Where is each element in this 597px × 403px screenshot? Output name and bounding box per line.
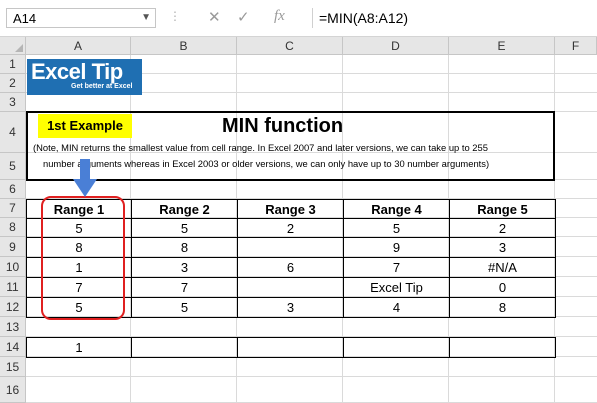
column-header-f[interactable]: F — [555, 37, 597, 55]
row-header-12[interactable]: 12 — [0, 297, 26, 317]
row-header-10[interactable]: 10 — [0, 257, 26, 277]
result-cell[interactable] — [237, 337, 344, 358]
table-cell[interactable]: 3 — [131, 257, 238, 278]
row-header-8[interactable]: 8 — [0, 218, 26, 237]
logo-word-tip: Tip — [91, 59, 124, 84]
enter-icon[interactable]: ✓ — [237, 8, 250, 26]
name-box[interactable]: A14 ▼ — [6, 8, 156, 28]
row-header-3[interactable]: 3 — [0, 93, 26, 112]
page-title: MIN function — [222, 115, 344, 137]
table-cell[interactable]: 3 — [237, 297, 344, 318]
table-cell[interactable]: 3 — [449, 237, 556, 258]
row-header-14[interactable]: 14 — [0, 337, 26, 357]
row-header-2[interactable]: 2 — [0, 74, 26, 93]
row-header-11[interactable]: 11 — [0, 277, 26, 297]
result-cell[interactable] — [131, 337, 238, 358]
row-header-4[interactable]: 4 — [0, 112, 26, 153]
cancel-icon[interactable]: ✕ — [208, 8, 221, 26]
result-cell[interactable] — [343, 337, 450, 358]
insert-function-icon[interactable]: fx — [274, 8, 285, 25]
table-cell[interactable]: 2 — [237, 218, 344, 238]
example-badge: 1st Example — [38, 114, 132, 138]
formula-input[interactable]: =MIN(A8:A12) — [312, 8, 597, 28]
column-header-c[interactable]: C — [237, 37, 343, 55]
logo-tagline: Get better at Excel — [71, 83, 133, 90]
formula-text: =MIN(A8:A12) — [319, 10, 409, 26]
table-cell[interactable]: 6 — [237, 257, 344, 278]
table-cell[interactable] — [237, 277, 344, 298]
column-header-d[interactable]: D — [343, 37, 449, 55]
table-header-cell[interactable]: Range 5 — [449, 199, 556, 219]
table-cell[interactable]: 5 — [131, 218, 238, 238]
select-all-button[interactable] — [0, 37, 26, 55]
table-header-cell[interactable]: Range 3 — [237, 199, 344, 219]
column-header-e[interactable]: E — [449, 37, 555, 55]
table-cell[interactable]: 0 — [449, 277, 556, 298]
result-cell-a14[interactable]: 1 — [26, 337, 132, 358]
table-cell[interactable]: 8 — [449, 297, 556, 318]
row-header-1[interactable]: 1 — [0, 55, 26, 74]
table-header-cell[interactable]: Range 4 — [343, 199, 450, 219]
table-cell[interactable]: 9 — [343, 237, 450, 258]
arrow-down-icon — [73, 159, 97, 197]
table-cell[interactable]: 5 — [131, 297, 238, 318]
chevron-down-icon[interactable]: ▼ — [141, 12, 151, 23]
column-header-a[interactable]: A — [26, 37, 131, 55]
formula-bar-grip-icon: ⋮ — [169, 9, 181, 23]
table-cell[interactable]: Excel Tip — [343, 277, 450, 298]
range1-highlight — [41, 196, 125, 320]
table-cell[interactable]: 5 — [343, 218, 450, 238]
table-header-cell[interactable]: Range 2 — [131, 199, 238, 219]
excel-tip-logo: Excel Tip Get better at Excel — [27, 59, 142, 95]
logo-word-excel: Excel — [31, 59, 87, 84]
row-header-5[interactable]: 5 — [0, 153, 26, 180]
row-header-16[interactable]: 16 — [0, 377, 26, 403]
row-header-7[interactable]: 7 — [0, 199, 26, 218]
column-header-b[interactable]: B — [131, 37, 237, 55]
note-line-2: number arguments whereas in Excel 2003 o… — [43, 158, 490, 169]
formula-bar: A14 ▼ ⋮ ✕ ✓ fx =MIN(A8:A12) — [0, 0, 597, 37]
row-header-13[interactable]: 13 — [0, 317, 26, 337]
table-cell[interactable]: 7 — [343, 257, 450, 278]
result-cell[interactable] — [449, 337, 556, 358]
row-header-9[interactable]: 9 — [0, 237, 26, 257]
table-cell[interactable]: #N/A — [449, 257, 556, 278]
table-cell[interactable]: 4 — [343, 297, 450, 318]
row-header-15[interactable]: 15 — [0, 357, 26, 377]
table-cell[interactable]: 8 — [131, 237, 238, 258]
name-box-value: A14 — [13, 11, 37, 26]
table-cell[interactable]: 7 — [131, 277, 238, 298]
note-line-1: (Note, MIN returns the smallest value fr… — [33, 142, 488, 153]
table-cell[interactable]: 2 — [449, 218, 556, 238]
table-cell[interactable] — [237, 237, 344, 258]
gridline — [26, 376, 597, 377]
row-header-6[interactable]: 6 — [0, 180, 26, 199]
